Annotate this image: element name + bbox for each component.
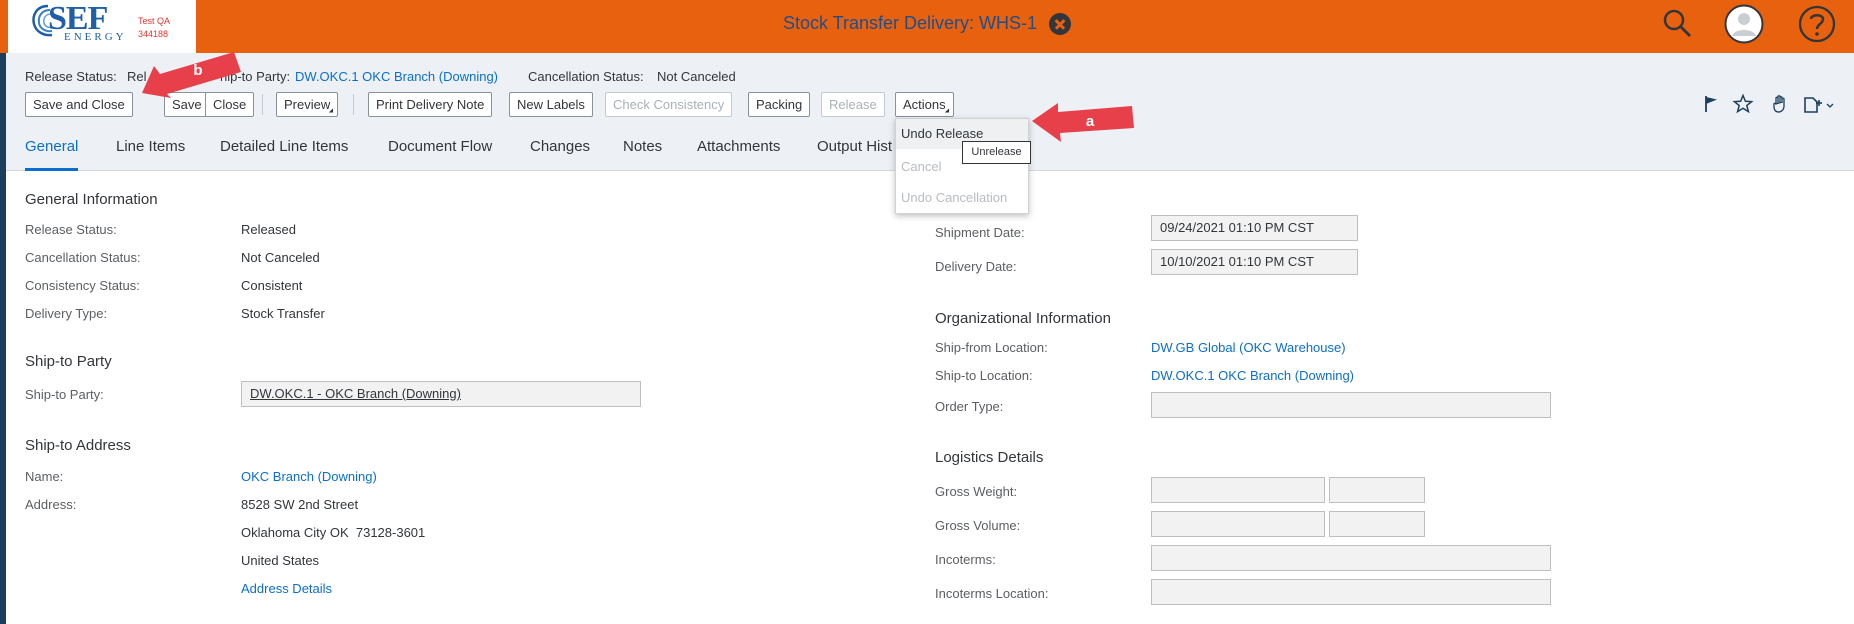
ship-to-address-title: Ship-to Address (25, 437, 131, 454)
save-and-close-button[interactable]: Save and Close (25, 92, 133, 117)
shell-bar: SEF ENERGY Test QA 344188 Stock Transfer… (0, 0, 1854, 53)
logistics-details-title: Logistics Details (935, 449, 1044, 466)
flag-icon[interactable] (1700, 93, 1722, 115)
incoterms-location-label: Incoterms Location: (935, 586, 1049, 601)
incoterms-field[interactable] (1151, 545, 1551, 571)
shipment-date-label: Shipment Date: (935, 225, 1025, 240)
address-details-link[interactable]: Address Details (241, 581, 332, 596)
undo-release-tooltip: Unrelease (962, 141, 1031, 164)
order-type-field[interactable] (1151, 392, 1551, 418)
consistency-status-value: Consistent (241, 278, 303, 293)
print-delivery-note-button[interactable]: Print Delivery Note (368, 92, 493, 117)
favorite-star-icon[interactable] (1732, 93, 1754, 115)
cancellation-status-value: Not Canceled (241, 250, 320, 265)
tab-attachments[interactable]: Attachments (697, 137, 780, 171)
consistency-status-label: Consistency Status: (25, 278, 140, 293)
check-consistency-button[interactable]: Check Consistency (605, 92, 733, 117)
ship-to-location-link[interactable]: DW.OKC.1 OKC Branch (Downing) (1151, 368, 1354, 383)
new-labels-button[interactable]: New Labels (509, 92, 593, 117)
address-line-2: Oklahoma City OK 73128-3601 (241, 525, 426, 540)
address-line-3: United States (241, 553, 320, 568)
actions-menu-button[interactable]: Actions (895, 92, 954, 117)
gross-volume-unit-field[interactable] (1329, 511, 1425, 537)
search-icon[interactable] (1660, 6, 1694, 40)
callout-arrow-b: b (142, 52, 241, 98)
tab-changes[interactable]: Changes (530, 137, 590, 171)
address-name-link[interactable]: OKC Branch (Downing) (241, 469, 377, 484)
order-type-label: Order Type: (935, 399, 1004, 414)
general-information-title: General Information (25, 191, 158, 208)
gross-volume-label: Gross Volume: (935, 518, 1021, 533)
gross-weight-unit-field[interactable] (1329, 477, 1425, 503)
header-release-status-label: Release Status: (25, 69, 117, 84)
cancellation-status-label: Cancellation Status: (25, 250, 141, 265)
tab-document-flow[interactable]: Document Flow (388, 137, 492, 171)
header-ship-to-party-link[interactable]: DW.OKC.1 OKC Branch (Downing) (295, 69, 498, 84)
delivery-date-field[interactable]: 10/10/2021 01:10 PM CST (1151, 249, 1358, 275)
tab-general[interactable]: General (25, 137, 79, 171)
tab-output-history[interactable]: Output Hist (817, 137, 892, 171)
gross-weight-field[interactable] (1151, 477, 1325, 503)
menu-item-undo-cancellation[interactable]: Undo Cancellation (896, 183, 1028, 213)
ship-from-location-link[interactable]: DW.GB Global (OKC Warehouse) (1151, 340, 1346, 355)
header-cancellation-status-value: Not Canceled (657, 69, 736, 84)
delivery-date-label: Delivery Date: (935, 259, 1017, 274)
general-tab-content: General Information Release Status: Rele… (6, 171, 1854, 624)
ship-from-location-label: Ship-from Location: (935, 340, 1048, 355)
preview-menu-button[interactable]: Preview (276, 92, 339, 117)
ship-to-party-title: Ship-to Party (25, 353, 112, 370)
header-cancellation-status-label: Cancellation Status: (528, 69, 644, 84)
tab-notes[interactable]: Notes (623, 137, 662, 171)
address-label: Address: (25, 497, 77, 512)
organizational-information-title: Organizational Information (935, 310, 1111, 327)
release-status-label: Release Status: (25, 222, 117, 237)
shell-title-container: Stock Transfer Delivery: WHS-1 (0, 0, 1854, 47)
close-circle-icon[interactable] (1049, 12, 1072, 35)
callout-arrow-a: a (1032, 103, 1134, 142)
delivery-type-value: Stock Transfer (241, 306, 325, 321)
help-icon[interactable] (1798, 5, 1836, 43)
actions-dropdown-menu: Undo Release Cancel Undo Cancellation (895, 118, 1029, 214)
delivery-type-label: Delivery Type: (25, 306, 108, 321)
packing-button[interactable]: Packing (748, 92, 811, 117)
shipment-date-field[interactable]: 09/24/2021 01:10 PM CST (1151, 215, 1358, 241)
tab-detailed-line-items[interactable]: Detailed Line Items (220, 137, 348, 171)
ship-to-party-field[interactable]: DW.OKC.1 - OKC Branch (Downing) (241, 381, 641, 407)
callout-label-b: b (193, 62, 202, 79)
callout-label-a: a (1086, 113, 1095, 130)
page-title: Stock Transfer Delivery: WHS-1 (782, 13, 1038, 33)
user-avatar-icon[interactable] (1724, 4, 1764, 44)
tab-line-items[interactable]: Line Items (116, 137, 185, 171)
incoterms-location-field[interactable] (1151, 579, 1551, 605)
personalize-hand-icon[interactable] (1770, 93, 1792, 115)
share-menu-icon[interactable] (1802, 93, 1836, 115)
address-line-1: 8528 SW 2nd Street (241, 497, 359, 512)
toolbar-separator (262, 94, 263, 115)
toolbar-separator (353, 94, 354, 115)
incoterms-label: Incoterms: (935, 552, 996, 567)
gross-volume-field[interactable] (1151, 511, 1325, 537)
address-name-label: Name: (25, 469, 64, 484)
ship-to-location-label: Ship-to Location: (935, 368, 1033, 383)
ship-to-party-label: Ship-to Party: (25, 387, 104, 402)
gross-weight-label: Gross Weight: (935, 484, 1018, 499)
release-status-value: Released (241, 222, 296, 237)
release-button[interactable]: Release (821, 92, 885, 117)
